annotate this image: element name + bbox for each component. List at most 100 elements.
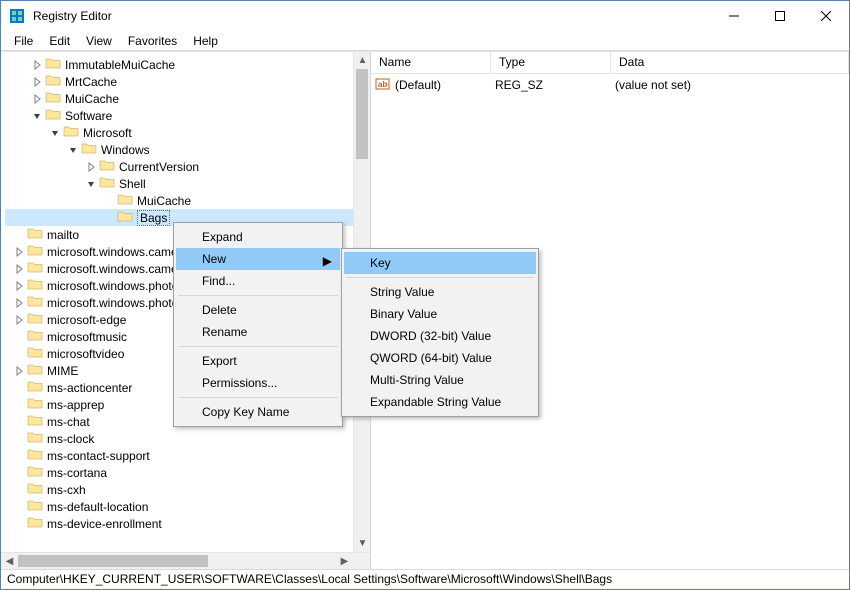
cm-new-multistring[interactable]: Multi-String Value <box>344 369 536 391</box>
menu-help[interactable]: Help <box>185 32 226 50</box>
folder-icon <box>27 328 47 345</box>
cm-permissions[interactable]: Permissions... <box>176 372 340 394</box>
folder-icon <box>27 243 47 260</box>
expander-open-icon[interactable] <box>85 178 97 190</box>
menu-file[interactable]: File <box>6 32 41 50</box>
scroll-right-icon[interactable]: ▶ <box>336 553 353 569</box>
cm-delete[interactable]: Delete <box>176 299 340 321</box>
tree-item[interactable]: ms-cortana <box>5 464 353 481</box>
tree-item[interactable]: ms-device-enrollment <box>5 515 353 532</box>
cm-new-expandstring[interactable]: Expandable String Value <box>344 391 536 413</box>
menu-edit[interactable]: Edit <box>41 32 78 50</box>
expander-closed-icon[interactable] <box>31 59 43 71</box>
cm-separator <box>178 346 338 347</box>
tree-label: ms-apprep <box>47 398 104 412</box>
close-button[interactable] <box>803 1 849 31</box>
tree-label: Microsoft <box>83 126 132 140</box>
menu-view[interactable]: View <box>78 32 120 50</box>
tree-item[interactable]: MuiCache <box>5 192 353 209</box>
col-type[interactable]: Type <box>491 52 611 73</box>
folder-icon <box>27 515 47 532</box>
tree-item[interactable]: MuiCache <box>5 90 353 107</box>
tree-item[interactable]: ImmutableMuiCache <box>5 56 353 73</box>
tree-label: microsoft.windows.camera <box>47 245 188 259</box>
expander-none <box>13 467 25 479</box>
cm-new-key[interactable]: Key <box>344 252 536 274</box>
tree-item[interactable]: ms-contact-support <box>5 447 353 464</box>
minimize-button[interactable] <box>711 1 757 31</box>
menu-favorites[interactable]: Favorites <box>120 32 185 50</box>
tree-item[interactable]: ms-default-location <box>5 498 353 515</box>
tree-item[interactable]: Windows <box>5 141 353 158</box>
expander-closed-icon[interactable] <box>13 246 25 258</box>
tree-label: ImmutableMuiCache <box>65 58 175 72</box>
tree-item[interactable]: Software <box>5 107 353 124</box>
expander-none <box>103 195 115 207</box>
folder-icon <box>27 294 47 311</box>
folder-icon <box>45 73 65 90</box>
list-row[interactable]: ab (Default) REG_SZ (value not set) <box>375 76 845 94</box>
expander-open-icon[interactable] <box>49 127 61 139</box>
expander-closed-icon[interactable] <box>31 93 43 105</box>
tree-item[interactable]: CurrentVersion <box>5 158 353 175</box>
folder-icon <box>27 413 47 430</box>
scroll-up-icon[interactable]: ▲ <box>354 52 371 69</box>
cm-new-binary[interactable]: Binary Value <box>344 303 536 325</box>
scroll-thumb-h[interactable] <box>18 555 208 567</box>
tree-label: microsoftvideo <box>47 347 124 361</box>
scroll-left-icon[interactable]: ◀ <box>1 553 18 569</box>
scroll-down-icon[interactable]: ▼ <box>354 535 371 552</box>
expander-none <box>13 433 25 445</box>
expander-closed-icon[interactable] <box>13 263 25 275</box>
expander-none <box>13 382 25 394</box>
tree-label: Software <box>65 109 112 123</box>
tree-item[interactable]: MrtCache <box>5 73 353 90</box>
expander-closed-icon[interactable] <box>13 280 25 292</box>
tree-label: MuiCache <box>137 194 191 208</box>
expander-closed-icon[interactable] <box>13 297 25 309</box>
folder-icon <box>27 260 47 277</box>
expander-none <box>13 348 25 360</box>
cm-new[interactable]: New ▶ <box>176 248 340 270</box>
folder-icon <box>27 226 47 243</box>
expander-open-icon[interactable] <box>31 110 43 122</box>
folder-icon <box>45 56 65 73</box>
folder-icon <box>99 158 119 175</box>
expander-closed-icon[interactable] <box>13 314 25 326</box>
cm-export[interactable]: Export <box>176 350 340 372</box>
tree-label: ms-default-location <box>47 500 148 514</box>
expander-open-icon[interactable] <box>67 144 79 156</box>
tree-item[interactable]: ms-cxh <box>5 481 353 498</box>
expander-closed-icon[interactable] <box>13 365 25 377</box>
tree-item[interactable]: ms-clock <box>5 430 353 447</box>
expander-closed-icon[interactable] <box>85 161 97 173</box>
titlebar[interactable]: Registry Editor <box>1 1 849 31</box>
value-data: (value not set) <box>615 78 691 92</box>
tree-label: ms-actioncenter <box>47 381 132 395</box>
cm-expand[interactable]: Expand <box>176 226 340 248</box>
cm-copy-key-name[interactable]: Copy Key Name <box>176 401 340 423</box>
maximize-button[interactable] <box>757 1 803 31</box>
statusbar: Computer\HKEY_CURRENT_USER\SOFTWARE\Clas… <box>1 569 849 589</box>
tree-horizontal-scrollbar[interactable]: ◀ ▶ <box>1 552 370 569</box>
tree-item[interactable]: Microsoft <box>5 124 353 141</box>
tree-label: Shell <box>119 177 146 191</box>
cm-new-qword[interactable]: QWORD (64-bit) Value <box>344 347 536 369</box>
cm-rename[interactable]: Rename <box>176 321 340 343</box>
expander-none <box>13 450 25 462</box>
expander-closed-icon[interactable] <box>31 76 43 88</box>
tree-item[interactable]: Shell <box>5 175 353 192</box>
col-name[interactable]: Name <box>371 52 491 73</box>
folder-icon <box>27 277 47 294</box>
cm-find[interactable]: Find... <box>176 270 340 292</box>
string-value-icon: ab <box>375 76 391 95</box>
folder-icon <box>27 430 47 447</box>
expander-none <box>13 518 25 530</box>
cm-new-dword[interactable]: DWORD (32-bit) Value <box>344 325 536 347</box>
cm-new-string[interactable]: String Value <box>344 281 536 303</box>
folder-icon <box>27 345 47 362</box>
scroll-thumb-v[interactable] <box>356 69 368 159</box>
expander-none <box>13 399 25 411</box>
col-data[interactable]: Data <box>611 52 849 73</box>
window-title: Registry Editor <box>33 9 112 23</box>
